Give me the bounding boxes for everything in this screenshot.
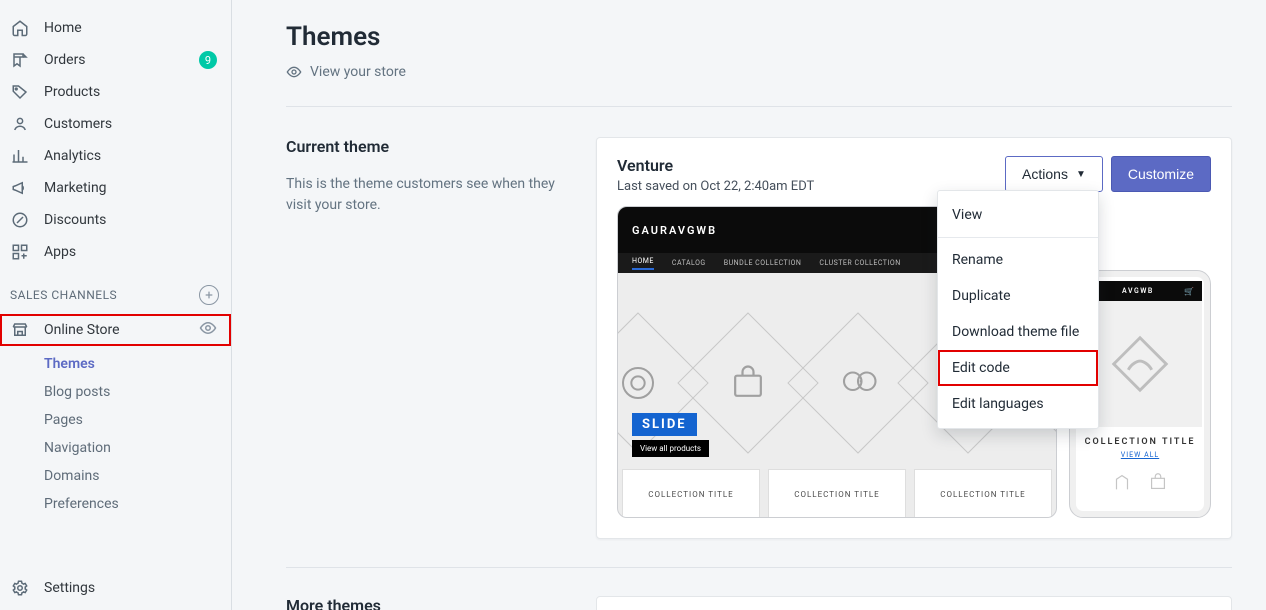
actions-label: Actions — [1022, 166, 1068, 182]
action-duplicate[interactable]: Duplicate — [938, 278, 1098, 314]
discount-icon — [10, 210, 30, 230]
nav-products[interactable]: Products — [0, 76, 231, 108]
nav-analytics[interactable]: Analytics — [0, 140, 231, 172]
customize-button[interactable]: Customize — [1111, 156, 1211, 192]
nav-label: Products — [44, 84, 217, 100]
main-content: Themes View your store Current theme Thi… — [232, 0, 1266, 610]
divider — [286, 106, 1232, 107]
actions-button[interactable]: Actions ▼ — [1005, 156, 1103, 192]
nav-marketing[interactable]: Marketing — [0, 172, 231, 204]
collection-card: COLLECTION TITLE — [768, 469, 906, 518]
subnav-navigation[interactable]: Navigation — [0, 434, 231, 462]
nav-label: Orders — [44, 52, 199, 68]
mobile-collection-title: COLLECTION TITLE — [1070, 437, 1210, 447]
more-themes-section: More themes Theme name Last saved — [286, 596, 1232, 610]
theme-name: Venture — [617, 156, 814, 175]
nav-home[interactable]: Home — [0, 12, 231, 44]
nav-discounts[interactable]: Discounts — [0, 204, 231, 236]
view-store-link[interactable]: View your store — [286, 64, 406, 80]
section-description: This is the theme customers see when the… — [286, 174, 576, 216]
sales-channels-label: SALES CHANNELS — [10, 288, 117, 302]
mobile-view-all: VIEW ALL — [1070, 451, 1210, 459]
collection-card: COLLECTION TITLE — [914, 469, 1052, 518]
subnav-pages[interactable]: Pages — [0, 406, 231, 434]
current-theme-card: Venture Last saved on Oct 22, 2:40am EDT… — [596, 137, 1232, 539]
nav-settings[interactable]: Settings — [0, 572, 231, 604]
subnav-preferences[interactable]: Preferences — [0, 490, 231, 518]
nav-label: Home — [44, 20, 217, 36]
current-theme-section: Current theme This is the theme customer… — [286, 137, 1232, 539]
home-icon — [10, 18, 30, 38]
section-heading: Current theme — [286, 137, 576, 156]
themes-table: Theme name Last saved — [596, 596, 1232, 610]
action-download[interactable]: Download theme file — [938, 314, 1098, 350]
theme-last-saved: Last saved on Oct 22, 2:40am EDT — [617, 179, 814, 194]
megaphone-icon — [10, 178, 30, 198]
nav-label: Discounts — [44, 212, 217, 228]
view-all-badge: View all products — [632, 440, 709, 457]
customize-label: Customize — [1128, 166, 1194, 182]
nav-label: Analytics — [44, 148, 217, 164]
nav-orders[interactable]: Orders 9 — [0, 44, 231, 76]
sales-channels-header: SALES CHANNELS — [0, 280, 231, 310]
eye-icon — [286, 64, 302, 80]
add-channel-button[interactable] — [199, 285, 219, 305]
cart-icon: 🛒 — [1184, 287, 1194, 296]
storefront-icon — [10, 320, 30, 340]
apps-icon — [10, 242, 30, 262]
orders-icon — [10, 50, 30, 70]
divider — [286, 567, 1232, 568]
view-store-label: View your store — [310, 64, 406, 80]
nav-label: Apps — [44, 244, 217, 260]
nav-label: Settings — [44, 580, 217, 596]
nav-customers[interactable]: Customers — [0, 108, 231, 140]
action-edit-languages[interactable]: Edit languages — [938, 386, 1098, 422]
preview-brand: GAURAVGWB — [632, 224, 717, 237]
action-rename[interactable]: Rename — [938, 242, 1098, 278]
actions-menu: View Rename Duplicate Download theme fil… — [937, 190, 1099, 429]
collection-card: COLLECTION TITLE — [622, 469, 760, 518]
nav-label: Online Store — [44, 322, 199, 338]
nav-label: Marketing — [44, 180, 217, 196]
theme-preview: GAURAVGWB HOME CATALOG BUNDLE COLLECTION… — [597, 206, 1231, 538]
nav-online-store[interactable]: Online Store — [0, 314, 231, 346]
sidebar: Home Orders 9 Products Customers Analy — [0, 0, 232, 610]
eye-icon[interactable] — [199, 319, 217, 341]
nav-apps[interactable]: Apps — [0, 236, 231, 268]
more-themes-heading: More themes — [286, 596, 596, 610]
gear-icon — [10, 578, 30, 598]
action-view[interactable]: View — [938, 197, 1098, 233]
nav-label: Customers — [44, 116, 217, 132]
page-title: Themes — [286, 22, 1232, 52]
bar-chart-icon — [10, 146, 30, 166]
subnav-blog-posts[interactable]: Blog posts — [0, 378, 231, 406]
subnav-domains[interactable]: Domains — [0, 462, 231, 490]
person-icon — [10, 114, 30, 134]
caret-down-icon: ▼ — [1076, 169, 1086, 180]
action-edit-code[interactable]: Edit code — [938, 350, 1098, 386]
orders-badge: 9 — [199, 51, 217, 69]
slide-badge: SLIDE — [632, 413, 697, 436]
subnav-themes[interactable]: Themes — [0, 350, 231, 378]
menu-separator — [938, 237, 1098, 238]
online-store-subnav: Themes Blog posts Pages Navigation Domai… — [0, 350, 231, 518]
tag-icon — [10, 82, 30, 102]
